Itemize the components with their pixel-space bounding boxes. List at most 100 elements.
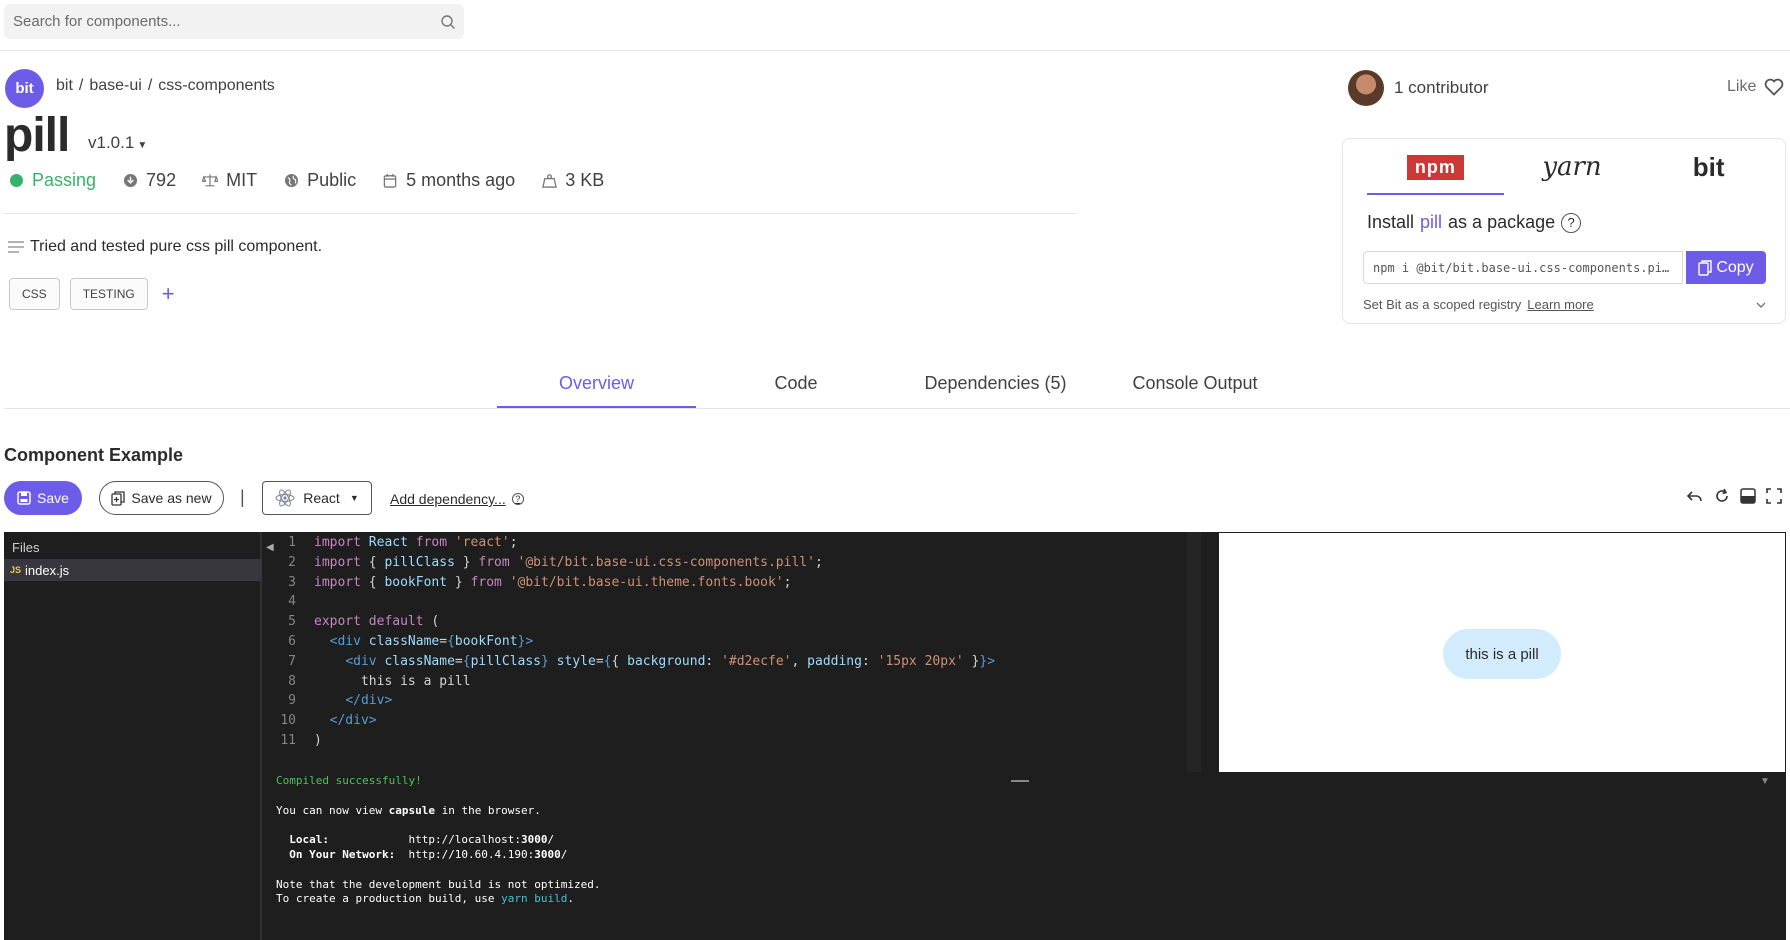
undo-icon[interactable] bbox=[1686, 488, 1704, 504]
component-stats: Passing 792 MIT Public 5 months ago 3 KB bbox=[8, 170, 630, 191]
install-title-suffix: as a package bbox=[1448, 212, 1556, 232]
copy-label: Copy bbox=[1716, 258, 1754, 276]
code-line: 2 import { pillClass } from '@bit/bit.bas… bbox=[288, 554, 823, 570]
version-selector[interactable]: v1.0.1 ▼ bbox=[88, 133, 147, 153]
chevron-down-icon[interactable] bbox=[1755, 301, 1767, 309]
tab-overview[interactable]: Overview bbox=[497, 365, 696, 409]
add-dependency-link[interactable]: Add dependency...? bbox=[390, 491, 524, 507]
description-icon bbox=[8, 241, 24, 253]
main-tabs: Overview Code Dependencies (5) Console O… bbox=[497, 365, 1295, 409]
console-line: To create a production build, use yarn b… bbox=[276, 892, 575, 906]
owner-avatar[interactable]: bit bbox=[5, 69, 44, 108]
framework-select[interactable]: React ▼ bbox=[262, 481, 372, 515]
size-label: 3 KB bbox=[565, 170, 605, 190]
chevron-down-icon[interactable]: ▼ bbox=[1760, 776, 1770, 787]
code-line: 11) bbox=[280, 732, 322, 748]
code-line: 8 this is a pill bbox=[288, 673, 471, 689]
console-resize-handle[interactable] bbox=[1011, 780, 1029, 782]
yarn-logo: yarn bbox=[1542, 152, 1602, 182]
install-command[interactable]: npm i @bit/bit.base-ui.css-components.pi… bbox=[1363, 251, 1683, 284]
weight-icon bbox=[541, 173, 557, 189]
console-line: Local: http://localhost:3000/ bbox=[276, 833, 555, 847]
save-button[interactable]: Save bbox=[4, 481, 82, 515]
tabs-divider bbox=[4, 408, 1790, 409]
save-label: Save bbox=[37, 490, 69, 506]
javascript-file-icon: JS bbox=[10, 565, 22, 575]
scale-icon bbox=[202, 173, 219, 189]
search-bar bbox=[4, 4, 464, 39]
component-description: Tried and tested pure css pill component… bbox=[8, 238, 322, 256]
tab-npm[interactable]: npm bbox=[1367, 139, 1504, 195]
layout-panel-icon[interactable] bbox=[1740, 488, 1756, 504]
like-label: Like bbox=[1727, 78, 1757, 95]
save-as-new-button[interactable]: Save as new bbox=[99, 481, 224, 515]
package-manager-tabs: npm yarn bit bbox=[1367, 139, 1777, 195]
npm-logo: npm bbox=[1406, 154, 1464, 180]
learn-more-link[interactable]: Learn more bbox=[1527, 297, 1593, 312]
contributors-count[interactable]: 1 contributor bbox=[1394, 78, 1489, 98]
console-line: On Your Network: http://10.60.4.190:3000… bbox=[276, 847, 568, 861]
search-input[interactable] bbox=[4, 4, 424, 39]
visibility-stat: Public bbox=[283, 170, 356, 191]
build-status: Passing bbox=[8, 170, 96, 191]
downloads-count: 792 bbox=[146, 170, 177, 190]
preview-pane: this is a pill bbox=[1219, 533, 1785, 772]
license-label: MIT bbox=[226, 170, 258, 190]
search-icon[interactable] bbox=[440, 14, 456, 30]
code-line: 3 import { bookFont } from '@bit/bit.base… bbox=[288, 574, 792, 590]
component-title: pill bbox=[4, 109, 70, 162]
install-card: npm yarn bit Install pill as a package ? n… bbox=[1342, 138, 1786, 324]
tab-console-output[interactable]: Console Output bbox=[1095, 365, 1295, 409]
tag-css[interactable]: CSS bbox=[9, 278, 60, 310]
file-item[interactable]: JS index.js bbox=[4, 559, 262, 581]
like-button[interactable]: Like bbox=[1727, 78, 1784, 96]
collapse-sidebar-icon[interactable]: ◀ bbox=[266, 542, 274, 553]
console-line: Note that the development build is not o… bbox=[276, 877, 601, 891]
tab-yarn[interactable]: yarn bbox=[1504, 139, 1641, 195]
install-title-component: pill bbox=[1420, 212, 1443, 232]
refresh-icon[interactable] bbox=[1714, 488, 1730, 504]
breadcrumb-collection[interactable]: css-components bbox=[158, 77, 275, 94]
tab-code[interactable]: Code bbox=[696, 365, 896, 409]
bit-logo: bit bbox=[1692, 151, 1725, 182]
downloads-stat: 792 bbox=[122, 170, 176, 191]
tag-testing[interactable]: TESTING bbox=[69, 278, 148, 310]
version-label: v1.0.1 bbox=[88, 133, 135, 152]
save-icon bbox=[17, 491, 31, 505]
code-line: 10 </div> bbox=[280, 713, 377, 729]
file-panel: Files JS index.js bbox=[4, 532, 262, 940]
framework-label: React bbox=[303, 490, 340, 506]
build-status-label: Passing bbox=[32, 170, 97, 190]
editor-scrollbar[interactable] bbox=[1187, 532, 1201, 772]
help-icon[interactable]: ? bbox=[1561, 212, 1582, 233]
help-icon[interactable]: ? bbox=[511, 493, 524, 505]
calendar-icon bbox=[382, 173, 398, 189]
copy-button[interactable]: Copy bbox=[1686, 251, 1766, 284]
updated-label: 5 months ago bbox=[406, 170, 516, 190]
breadcrumb-separator: / bbox=[147, 77, 153, 94]
code-editor[interactable]: 1 import React from 'react'; 2 import { pi… bbox=[276, 532, 1196, 772]
add-tag-button[interactable]: + bbox=[162, 281, 175, 307]
code-line: 4 bbox=[288, 594, 296, 610]
status-dot-icon bbox=[9, 174, 23, 187]
fullscreen-icon[interactable] bbox=[1766, 488, 1782, 504]
caret-down-icon: ▼ bbox=[137, 140, 148, 151]
registry-text: Set Bit as a scoped registry bbox=[1363, 297, 1522, 312]
toolbar-separator: | bbox=[240, 487, 245, 507]
console-line: Compiled successfully! bbox=[276, 774, 422, 787]
editor-tools bbox=[1686, 488, 1790, 504]
breadcrumb-scope[interactable]: base-ui bbox=[89, 77, 141, 94]
breadcrumb: bit / base-ui / css-components bbox=[56, 77, 281, 95]
contributor-avatar[interactable] bbox=[1348, 70, 1384, 106]
owner-avatar-text: bit bbox=[15, 80, 34, 97]
install-title-prefix: Install bbox=[1367, 212, 1415, 232]
breadcrumb-owner[interactable]: bit bbox=[56, 77, 73, 94]
caret-down-icon: ▼ bbox=[349, 493, 359, 503]
code-line: 6 <div className ={bookFont}> bbox=[288, 633, 534, 649]
updated-stat: 5 months ago bbox=[382, 170, 515, 191]
code-line: 7 <div className ={pillClass} style ={{ ba… bbox=[288, 653, 996, 669]
tab-dependencies[interactable]: Dependencies (5) bbox=[896, 365, 1095, 409]
tab-bit[interactable]: bit bbox=[1640, 139, 1777, 195]
copy-document-icon bbox=[111, 490, 126, 506]
